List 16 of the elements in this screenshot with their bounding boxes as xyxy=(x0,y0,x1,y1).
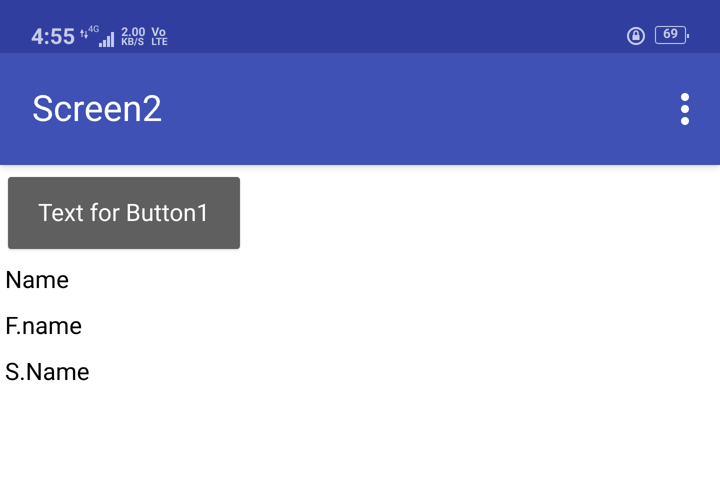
lte-label: LTE xyxy=(151,38,168,48)
text-label: S.Name xyxy=(5,357,91,388)
speed-value: 2.00 xyxy=(121,26,146,38)
speed-unit: KB/S xyxy=(121,38,145,48)
more-options-icon[interactable] xyxy=(680,92,690,126)
text-label: Name xyxy=(5,265,70,296)
data-arrows-icon xyxy=(80,29,88,39)
battery-indicator: 69 xyxy=(655,26,686,44)
rotation-lock-icon xyxy=(626,26,646,46)
app-title: Screen2 xyxy=(32,87,162,132)
network-type: 4G xyxy=(88,26,100,35)
action-button[interactable]: Text for Button1 xyxy=(8,177,240,249)
clock: 4:55 xyxy=(31,27,76,49)
text-label: F.name xyxy=(5,311,83,342)
volte-label: Vo xyxy=(151,26,166,38)
signal-icon xyxy=(99,31,116,47)
